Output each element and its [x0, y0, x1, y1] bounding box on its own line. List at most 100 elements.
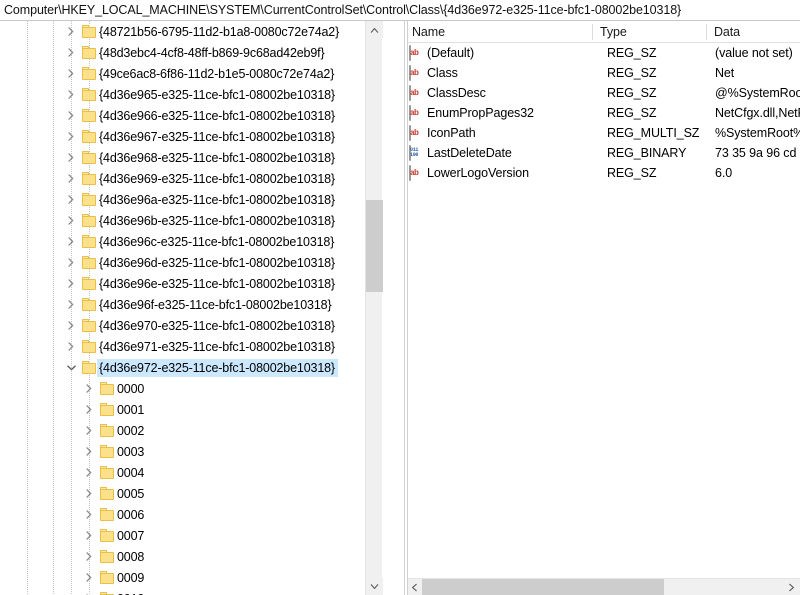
tree-item[interactable]: 0010 [0, 588, 383, 595]
tree-item[interactable]: 0007 [0, 525, 383, 546]
chevron-right-icon[interactable] [81, 441, 97, 462]
chevron-right-icon[interactable] [63, 63, 79, 84]
chevron-right-icon[interactable] [63, 231, 79, 252]
tree-viewport[interactable]: {48721b56-6795-11d2-b1a8-0080c72e74a2} {4… [0, 21, 383, 595]
chevron-right-icon[interactable] [81, 525, 97, 546]
tree-item-label: 0009 [117, 570, 145, 585]
chevron-right-icon[interactable] [63, 168, 79, 189]
scroll-down-arrow-icon[interactable] [366, 578, 383, 595]
tree-item-label: {4d36e96f-e325-11ce-bfc1-08002be10318} [99, 297, 332, 312]
value-type: REG_SZ [607, 66, 657, 80]
chevron-down-icon[interactable] [63, 357, 79, 378]
tree-item[interactable]: 0001 [0, 399, 383, 420]
chevron-right-icon[interactable] [63, 42, 79, 63]
folder-icon [99, 423, 115, 438]
tree-item[interactable]: {4d36e96d-e325-11ce-bfc1-08002be10318} [0, 252, 383, 273]
tree-item[interactable]: {49ce6ac8-6f86-11d2-b1e5-0080c72e74a2} [0, 63, 383, 84]
column-header-type[interactable]: Type [593, 21, 627, 43]
column-header-name[interactable]: Name [405, 21, 445, 43]
chevron-right-icon[interactable] [63, 84, 79, 105]
value-data: Net [715, 66, 735, 80]
chevron-right-icon[interactable] [63, 294, 79, 315]
value-row[interactable]: 011 100 LastDeleteDate REG_BINARY 73 35 9a 9… [405, 143, 800, 163]
values-horizontal-scrollbar[interactable] [405, 578, 800, 595]
string-value-icon: ab [409, 125, 423, 141]
folder-icon [99, 549, 115, 564]
chevron-right-icon[interactable] [63, 210, 79, 231]
tree-item[interactable]: {4d36e970-e325-11ce-bfc1-08002be10318} [0, 315, 383, 336]
tree-item[interactable]: {48721b56-6795-11d2-b1a8-0080c72e74a2} [0, 21, 383, 42]
horizontal-scrollbar-thumb[interactable] [422, 579, 664, 595]
chevron-right-icon[interactable] [63, 252, 79, 273]
tree-item[interactable]: {4d36e96c-e325-11ce-bfc1-08002be10318} [0, 231, 383, 252]
value-row[interactable]: ab ClassDesc REG_SZ @%SystemRoot% [405, 83, 800, 103]
chevron-right-icon[interactable] [63, 336, 79, 357]
tree-item[interactable]: 0003 [0, 441, 383, 462]
tree-item[interactable]: 0006 [0, 504, 383, 525]
values-list-body[interactable]: ab (Default) REG_SZ (value not set) ab Class R… [405, 43, 800, 578]
value-row[interactable]: ab (Default) REG_SZ (value not set) [405, 43, 800, 63]
tree-item[interactable]: 0004 [0, 462, 383, 483]
tree-item[interactable]: {4d36e971-e325-11ce-bfc1-08002be10318} [0, 336, 383, 357]
folder-icon [99, 465, 115, 480]
chevron-right-icon[interactable] [63, 105, 79, 126]
chevron-right-icon[interactable] [63, 189, 79, 210]
tree-item[interactable]: 0008 [0, 546, 383, 567]
tree-item[interactable]: {4d36e967-e325-11ce-bfc1-08002be10318} [0, 126, 383, 147]
chevron-right-icon[interactable] [63, 126, 79, 147]
chevron-right-icon[interactable] [81, 399, 97, 420]
tree-item[interactable]: {4d36e966-e325-11ce-bfc1-08002be10318} [0, 105, 383, 126]
tree-item-label: {4d36e966-e325-11ce-bfc1-08002be10318} [99, 108, 335, 123]
address-bar[interactable]: Computer\HKEY_LOCAL_MACHINE\SYSTEM\Curre… [0, 0, 800, 21]
column-header-data[interactable]: Data [707, 21, 740, 43]
string-value-icon: ab [409, 45, 423, 61]
tree-vertical-scrollbar[interactable] [365, 21, 383, 595]
chevron-right-icon[interactable] [81, 504, 97, 525]
value-type: REG_SZ [607, 106, 657, 120]
pane-splitter[interactable] [404, 21, 408, 595]
tree-item[interactable]: {4d36e96b-e325-11ce-bfc1-08002be10318} [0, 210, 383, 231]
chevron-right-icon[interactable] [81, 546, 97, 567]
folder-icon [99, 570, 115, 585]
value-row[interactable]: ab EnumPropPages32 REG_SZ NetCfgx.dll,NetP [405, 103, 800, 123]
chevron-right-icon[interactable] [81, 588, 97, 595]
tree-item-label: {48721b56-6795-11d2-b1a8-0080c72e74a2} [99, 24, 340, 39]
chevron-right-icon[interactable] [81, 378, 97, 399]
scroll-right-arrow-icon[interactable] [783, 579, 800, 595]
string-value-icon: ab [409, 65, 423, 81]
chevron-right-icon[interactable] [63, 147, 79, 168]
chevron-right-icon[interactable] [81, 420, 97, 441]
chevron-right-icon[interactable] [63, 273, 79, 294]
tree-item[interactable]: {48d3ebc4-4cf8-48ff-b869-9c68ad42eb9f} [0, 42, 383, 63]
tree-item[interactable]: 0009 [0, 567, 383, 588]
chevron-right-icon[interactable] [81, 567, 97, 588]
tree-scrollbar-thumb[interactable] [366, 200, 383, 292]
scroll-up-arrow-icon[interactable] [366, 21, 383, 38]
value-row[interactable]: ab LowerLogoVersion REG_SZ 6.0 [405, 163, 800, 183]
chevron-right-icon[interactable] [81, 462, 97, 483]
tree-item[interactable]: 0005 [0, 483, 383, 504]
tree-item[interactable]: {4d36e96f-e325-11ce-bfc1-08002be10318} [0, 294, 383, 315]
value-row[interactable]: ab IconPath REG_MULTI_SZ %SystemRoot%\ [405, 123, 800, 143]
chevron-right-icon[interactable] [81, 483, 97, 504]
folder-icon [81, 66, 97, 81]
folder-icon [81, 150, 97, 165]
tree-item[interactable]: {4d36e965-e325-11ce-bfc1-08002be10318} [0, 84, 383, 105]
folder-icon [99, 402, 115, 417]
tree-item[interactable]: {4d36e968-e325-11ce-bfc1-08002be10318} [0, 147, 383, 168]
tree-item[interactable]: 0002 [0, 420, 383, 441]
tree-item[interactable]: {4d36e96e-e325-11ce-bfc1-08002be10318} [0, 273, 383, 294]
value-row[interactable]: ab Class REG_SZ Net [405, 63, 800, 83]
value-data: @%SystemRoot% [715, 86, 800, 100]
chevron-right-icon[interactable] [63, 315, 79, 336]
value-name: IconPath [427, 126, 476, 140]
tree-item[interactable]: 0000 [0, 378, 383, 399]
folder-icon [99, 507, 115, 522]
tree-item[interactable]: {4d36e969-e325-11ce-bfc1-08002be10318} [0, 168, 383, 189]
value-type: REG_BINARY [607, 146, 687, 160]
tree-item-label: 0008 [117, 549, 145, 564]
tree-item-selected[interactable]: {4d36e972-e325-11ce-bfc1-08002be10318} [0, 357, 383, 378]
chevron-right-icon[interactable] [63, 21, 79, 42]
value-type: REG_MULTI_SZ [607, 126, 700, 140]
tree-item[interactable]: {4d36e96a-e325-11ce-bfc1-08002be10318} [0, 189, 383, 210]
